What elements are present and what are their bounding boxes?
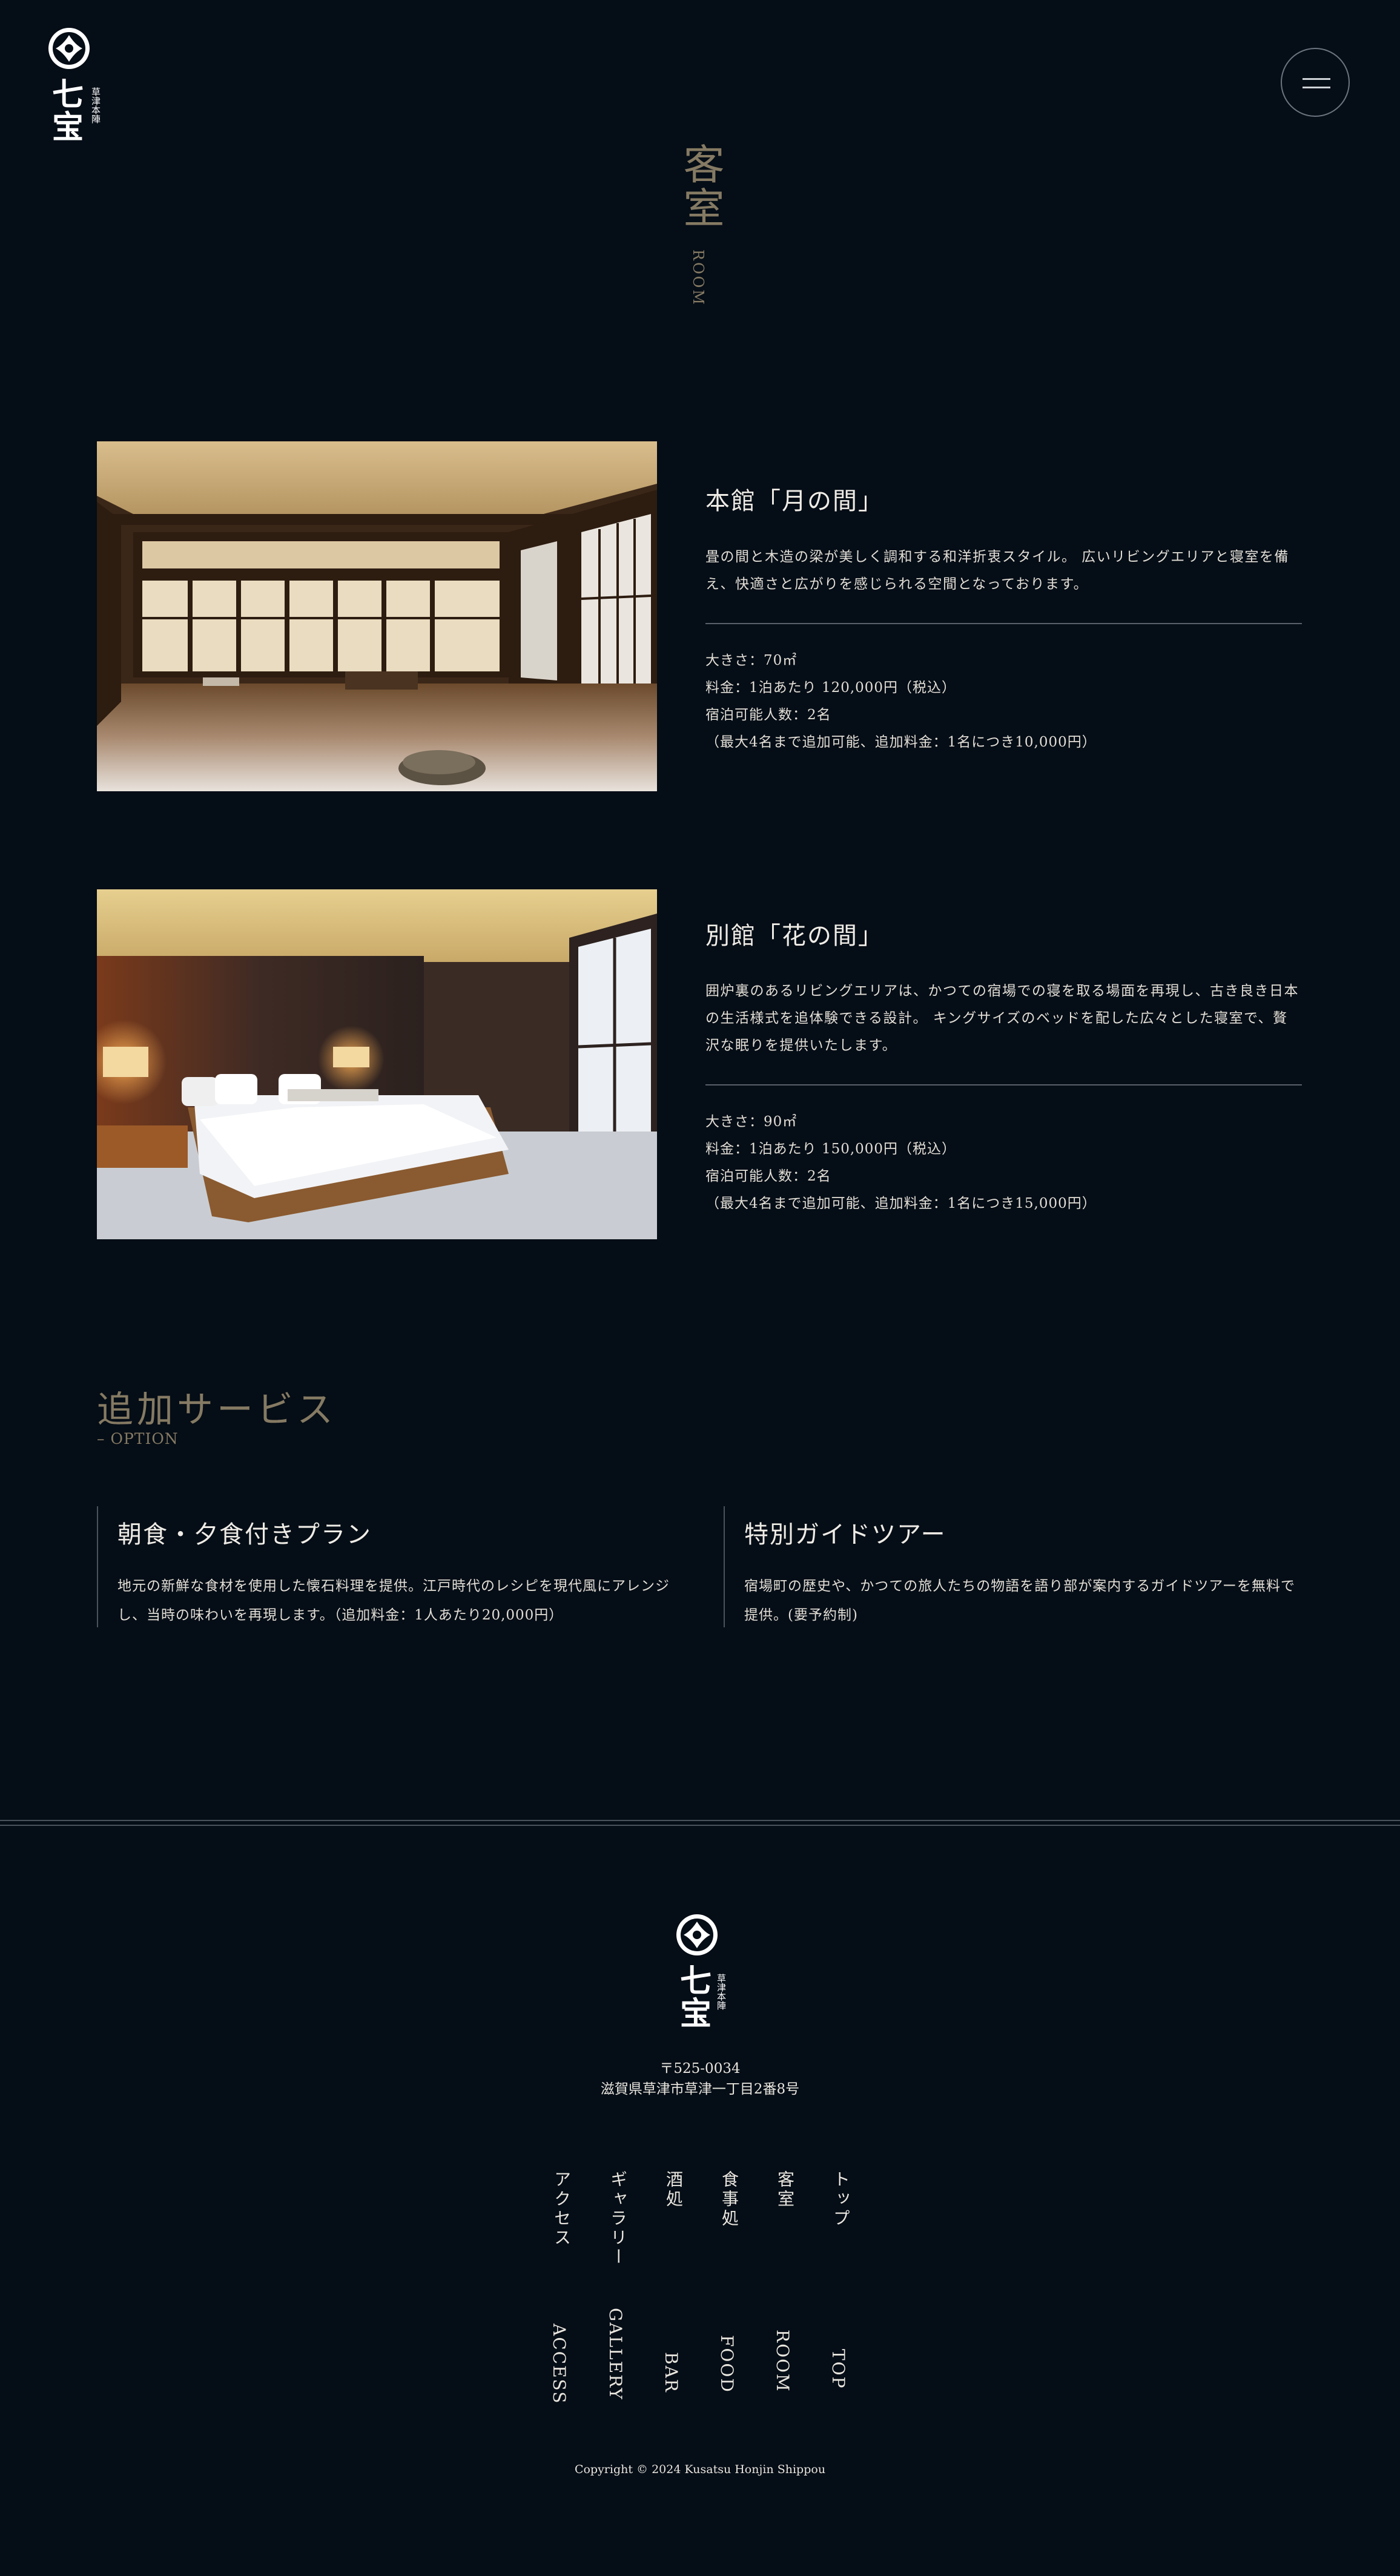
option-description: 宿場町の歴史や、かつての旅人たちの物語を語り部が案内するガイドツアーを無料で提供… bbox=[744, 1578, 1295, 1623]
room-2-divider bbox=[705, 1084, 1302, 1085]
footer-nav-room-en[interactable]: ROOM bbox=[773, 2330, 797, 2393]
nav-label-ja: ギャラリー bbox=[608, 2170, 628, 2267]
room-1-description: 畳の間と木造の梁が美しく調和する和洋折衷スタイル。 広いリビングエリアと寝室を備… bbox=[705, 549, 1289, 592]
option-card-meal-plan: 朝食・夕食付きプラン 地元の新鮮な食材を使用した懐石料理を提供。江戸時代のレシピ… bbox=[97, 1506, 702, 1627]
option-description: 地元の新鮮な食材を使用した懐石料理を提供。江戸時代のレシピを現代風にアレンジし、… bbox=[117, 1578, 670, 1623]
room-1-divider bbox=[705, 623, 1302, 624]
room-2-price: 料金：1泊あたり 150,000円（税込） bbox=[705, 1141, 957, 1157]
room-2-size: 大きさ：90㎡ bbox=[705, 1114, 797, 1130]
footer-nav-top[interactable]: トップ bbox=[828, 2170, 853, 2228]
postal-code: 〒525-0034 bbox=[659, 2061, 741, 2077]
room-2-extra: （最大4名まで追加可能、追加料金：1名につき15,000円） bbox=[705, 1196, 1097, 1211]
menu-button[interactable] bbox=[1281, 48, 1350, 117]
footer-nav-bar[interactable]: 酒処 bbox=[661, 2170, 685, 2209]
footer-nav-bar-en[interactable]: BAR bbox=[661, 2352, 685, 2393]
footer-nav-room[interactable]: 客室 bbox=[773, 2170, 797, 2209]
room-1-price: 料金：1泊あたり 120,000円（税込） bbox=[705, 680, 957, 696]
room-2-photo bbox=[97, 889, 657, 1239]
room-1-capacity: 宿泊可能人数：2名 bbox=[705, 707, 831, 723]
option-card-guided-tour: 特別ガイドツアー 宿場町の歴史や、かつての旅人たちの物語を語り部が案内するガイド… bbox=[724, 1506, 1323, 1627]
logo-sub-text: 草津本陣 bbox=[716, 1974, 727, 2010]
option-section-title: 追加サービス bbox=[97, 1389, 337, 1431]
footer-nav-access-en[interactable]: ACCESS bbox=[549, 2324, 573, 2404]
footer-nav-access[interactable]: アクセス bbox=[549, 2170, 573, 2248]
option-section-subtitle: – OPTION bbox=[97, 1430, 179, 1448]
logo-name-glyph-1: 七 bbox=[680, 1963, 712, 2000]
room-1-photo bbox=[97, 441, 657, 791]
nav-label-en: ACCESS bbox=[549, 2324, 569, 2405]
menu-line-bottom bbox=[1303, 87, 1330, 88]
logo-sub-text: 草津本陣 bbox=[90, 87, 101, 124]
page-title: 客室 bbox=[676, 143, 724, 230]
logo-crest-icon: 七 宝 草津本陣 bbox=[676, 1914, 727, 2032]
copyright: Copyright © 2024 Kusatsu Honjin Shippou bbox=[574, 2463, 826, 2476]
footer-nav-top-en[interactable]: TOP bbox=[828, 2349, 853, 2389]
logo-name-glyph-2: 宝 bbox=[680, 1995, 712, 2032]
room-1-name: 本館「月の間」 bbox=[705, 487, 883, 515]
room-1-specs: 大きさ：70㎡ 料金：1泊あたり 120,000円（税込） 宿泊可能人数：2名 … bbox=[705, 647, 1302, 756]
nav-label-en: FOOD bbox=[717, 2335, 737, 2393]
footer-nav-food[interactable]: 食事処 bbox=[717, 2170, 741, 2228]
footer-address: 〒525-0034 滋賀県草津市草津一丁目2番8号 bbox=[518, 2058, 882, 2100]
nav-label-ja: 食事処 bbox=[719, 2170, 739, 2228]
logo-crest-icon: 七 宝 草津本陣 bbox=[48, 28, 101, 146]
site-logo[interactable]: 七 宝 草津本陣 bbox=[47, 27, 108, 148]
nav-label-ja: 客室 bbox=[775, 2170, 795, 2209]
room-2-capacity: 宿泊可能人数：2名 bbox=[705, 1168, 831, 1184]
nav-label-ja: アクセス bbox=[552, 2170, 572, 2248]
nav-label-en: TOP bbox=[828, 2349, 848, 2390]
nav-label-en: BAR bbox=[661, 2352, 681, 2393]
footer-divider bbox=[0, 1820, 1400, 1821]
menu-line-top bbox=[1303, 78, 1330, 80]
room-1-size: 大きさ：70㎡ bbox=[705, 653, 797, 668]
logo-name-glyph-1: 七 bbox=[52, 76, 84, 113]
nav-label-ja: 酒処 bbox=[664, 2170, 684, 2209]
footer-nav-gallery-en[interactable]: GALLERY bbox=[606, 2308, 630, 2400]
nav-label-en: GALLERY bbox=[606, 2308, 626, 2400]
nav-label-ja: トップ bbox=[831, 2170, 851, 2228]
room-1-extra: （最大4名まで追加可能、追加料金：1名につき10,000円） bbox=[705, 734, 1097, 750]
room-2-name: 別館「花の間」 bbox=[705, 922, 883, 950]
room-2-specs: 大きさ：90㎡ 料金：1泊あたり 150,000円（税込） 宿泊可能人数：2名 … bbox=[705, 1108, 1302, 1217]
option-name: 朝食・夕食付きプラン bbox=[117, 1521, 372, 1549]
logo-name-glyph-2: 宝 bbox=[52, 109, 84, 146]
street-address: 滋賀県草津市草津一丁目2番8号 bbox=[600, 2081, 800, 2097]
footer-nav-food-en[interactable]: FOOD bbox=[717, 2335, 741, 2393]
nav-label-en: ROOM bbox=[773, 2330, 793, 2393]
footer-logo[interactable]: 七 宝 草津本陣 bbox=[668, 1913, 728, 2034]
room-2-description: 囲炉裏のあるリビングエリアは、かつての宿場での寝を取る場面を再現し、古き良き日本… bbox=[705, 983, 1299, 1053]
footer-nav-gallery[interactable]: ギャラリー bbox=[606, 2170, 630, 2267]
option-name: 特別ガイドツアー bbox=[744, 1521, 946, 1549]
footer-divider bbox=[0, 1825, 1400, 1826]
page-title-en: ROOM bbox=[690, 249, 707, 306]
